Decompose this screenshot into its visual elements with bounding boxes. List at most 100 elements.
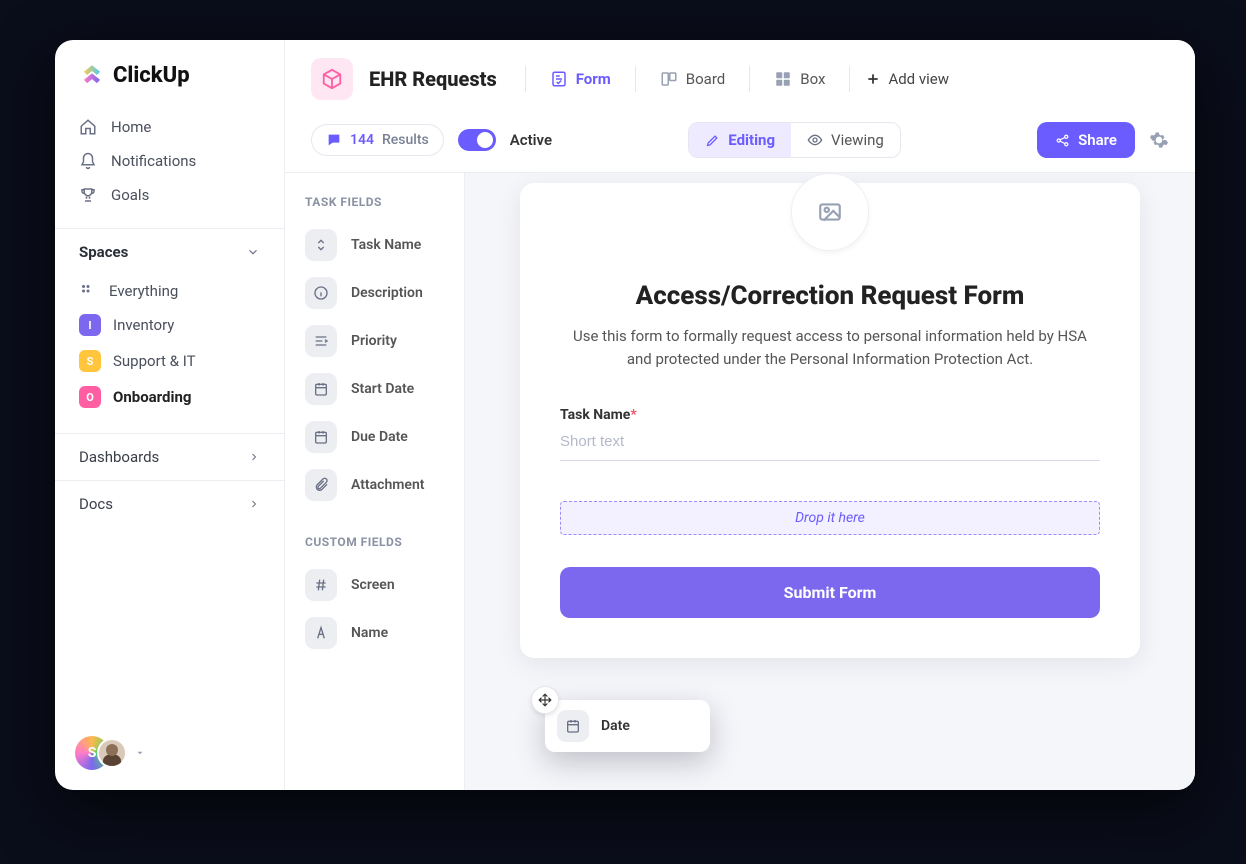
divider <box>849 66 850 92</box>
view-label: Board <box>686 70 725 88</box>
chevron-right-icon <box>248 498 260 510</box>
field-description[interactable]: Description <box>293 269 456 317</box>
space-support[interactable]: S Support & IT <box>63 343 276 379</box>
divider <box>525 66 526 92</box>
box-icon <box>774 70 792 88</box>
space-badge: I <box>79 314 101 336</box>
required-mark: * <box>630 407 636 423</box>
add-view-label: Add view <box>888 70 949 88</box>
clip-icon <box>305 469 337 501</box>
field-screen[interactable]: Screen <box>293 561 456 609</box>
clickup-logo-icon <box>79 62 105 88</box>
field-label: Screen <box>351 577 395 593</box>
workspace-switcher[interactable]: S <box>75 736 131 770</box>
field-priority[interactable]: Priority <box>293 317 456 365</box>
form-card: Access/Correction Request Form Use this … <box>520 183 1140 658</box>
space-badge: S <box>79 350 101 372</box>
nav-label: Notifications <box>111 152 196 170</box>
share-button[interactable]: Share <box>1037 122 1135 158</box>
editing-label: Editing <box>728 131 775 149</box>
brand: ClickUp <box>55 40 284 106</box>
list-title: EHR Requests <box>369 67 497 91</box>
view-tab-form[interactable]: Form <box>542 66 619 92</box>
share-icon <box>1055 133 1070 148</box>
form-description[interactable]: Use this form to formally request access… <box>560 325 1100 372</box>
submit-button[interactable]: Submit Form <box>560 567 1100 618</box>
view-label: Form <box>576 70 611 88</box>
view-label: Box <box>800 70 825 88</box>
calendar-icon <box>305 421 337 453</box>
pencil-icon <box>705 133 720 148</box>
everything-item[interactable]: Everything <box>63 275 276 307</box>
cover-image-placeholder[interactable] <box>791 173 869 251</box>
nav-goals[interactable]: Goals <box>63 178 276 212</box>
field-label: Start Date <box>351 381 414 397</box>
docs-label: Docs <box>79 495 113 513</box>
add-view-button[interactable]: Add view <box>866 70 949 88</box>
field-name-custom[interactable]: Name <box>293 609 456 657</box>
hash-icon <box>305 569 337 601</box>
cube-icon <box>321 68 343 90</box>
field-start-date[interactable]: Start Date <box>293 365 456 413</box>
editing-button[interactable]: Editing <box>689 123 791 157</box>
viewing-label: Viewing <box>831 131 884 149</box>
field-label: Due Date <box>351 429 408 445</box>
chevron-right-icon <box>248 451 260 463</box>
caret-down-icon[interactable] <box>135 748 145 758</box>
active-toggle[interactable] <box>458 129 496 151</box>
comment-icon <box>326 132 342 148</box>
field-task-name[interactable]: Task Name <box>293 221 456 269</box>
nav-home[interactable]: Home <box>63 110 276 144</box>
priority-icon <box>305 325 337 357</box>
grid-dots-icon <box>79 282 97 300</box>
app-window: ClickUp Home Notifications Goals Spaces <box>55 40 1195 790</box>
drag-chip-label: Date <box>601 718 630 734</box>
info-icon <box>305 277 337 309</box>
mode-toggle: Editing Viewing <box>688 122 901 158</box>
toolbar: 144 Results Active Editing Viewing Share <box>285 114 1195 173</box>
eye-icon <box>807 132 823 148</box>
field-due-date[interactable]: Due Date <box>293 413 456 461</box>
main: EHR Requests Form Board Box Add view <box>285 40 1195 790</box>
field-label: Name <box>351 625 388 641</box>
dashboards-toggle[interactable]: Dashboards <box>55 433 284 480</box>
spaces-header[interactable]: Spaces <box>55 229 284 275</box>
view-tab-box[interactable]: Box <box>766 66 833 92</box>
results-label: Results <box>382 132 429 148</box>
space-onboarding[interactable]: O Onboarding <box>63 379 276 415</box>
share-label: Share <box>1078 131 1117 149</box>
updown-icon <box>305 229 337 261</box>
dashboards-label: Dashboards <box>79 448 159 466</box>
view-tab-board[interactable]: Board <box>652 66 733 92</box>
nav-notifications[interactable]: Notifications <box>63 144 276 178</box>
docs-toggle[interactable]: Docs <box>55 480 284 527</box>
gear-icon[interactable] <box>1149 130 1169 150</box>
type-icon <box>305 617 337 649</box>
dropzone[interactable]: Drop it here <box>560 501 1100 535</box>
fields-panel: TASK FIELDS Task Name Description Priori… <box>285 173 465 790</box>
results-pill[interactable]: 144 Results <box>311 124 444 156</box>
bell-icon <box>79 152 97 170</box>
task-name-input[interactable] <box>560 423 1100 461</box>
calendar-icon <box>557 710 589 742</box>
form-title[interactable]: Access/Correction Request Form <box>560 281 1100 311</box>
trophy-icon <box>79 186 97 204</box>
space-inventory[interactable]: I Inventory <box>63 307 276 343</box>
field-attachment[interactable]: Attachment <box>293 461 456 509</box>
nav-label: Home <box>111 118 151 136</box>
form-field-taskname: Task Name* <box>560 404 1100 461</box>
plus-icon <box>866 72 880 86</box>
move-handle <box>531 686 559 714</box>
dragging-chip[interactable]: Date <box>545 700 710 752</box>
submit-label: Submit Form <box>784 583 877 602</box>
chevron-down-icon <box>246 245 260 259</box>
brand-name: ClickUp <box>113 63 190 88</box>
image-icon <box>817 199 843 225</box>
spaces-list: Everything I Inventory S Support & IT O … <box>55 275 284 433</box>
field-label: Task Name <box>560 407 630 423</box>
viewing-button[interactable]: Viewing <box>791 123 900 157</box>
space-label: Support & IT <box>113 352 196 370</box>
everything-label: Everything <box>109 282 178 300</box>
list-icon <box>311 58 353 100</box>
home-icon <box>79 118 97 136</box>
